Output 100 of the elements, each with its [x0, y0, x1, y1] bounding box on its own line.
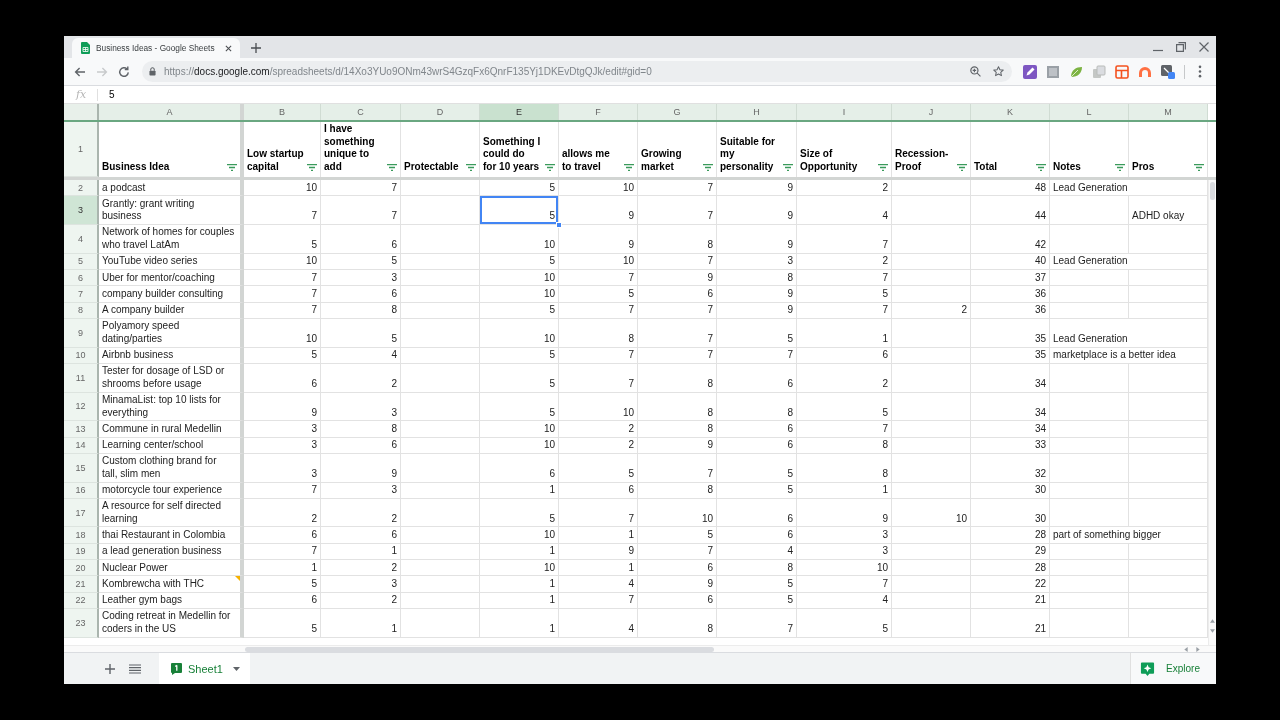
arrow-down-icon[interactable] — [1210, 629, 1215, 633]
filter-icon[interactable] — [957, 164, 967, 171]
layout-icon[interactable] — [1115, 64, 1129, 79]
table-cell: thai Restaurant in Colombia — [99, 527, 244, 544]
table-cell: 9 — [638, 437, 717, 454]
star-icon[interactable] — [993, 66, 1004, 77]
table-cell: 28 — [971, 527, 1050, 544]
column-header[interactable]: K — [971, 104, 1050, 120]
table-cell: Lead Generation — [1050, 180, 1208, 197]
column-heading: Growing market — [641, 148, 682, 173]
table-cell: 8 — [797, 437, 892, 454]
table-cell: 8 — [638, 392, 717, 422]
table-cell: 9 — [559, 196, 638, 225]
row-header[interactable]: 15 — [64, 453, 99, 483]
plus-icon[interactable] — [251, 43, 261, 53]
filter-icon[interactable] — [307, 164, 317, 171]
column-header[interactable]: D — [401, 104, 480, 120]
column-header[interactable]: L — [1050, 104, 1129, 120]
table-cell: 5 — [797, 608, 892, 638]
column-header[interactable]: G — [638, 104, 717, 120]
row-header[interactable]: 23 — [64, 608, 99, 638]
table-cell: 7 — [717, 608, 797, 638]
table-cell: 8 — [559, 318, 638, 348]
row-header[interactable]: 3 — [64, 196, 99, 225]
column-header[interactable]: I — [797, 104, 892, 120]
column-header[interactable]: H — [717, 104, 797, 120]
column-header[interactable]: C — [321, 104, 401, 120]
reload-icon[interactable] — [118, 65, 130, 78]
filter-icon[interactable] — [227, 164, 237, 171]
filter-icon[interactable] — [878, 164, 888, 171]
table-cell: Uber for mentor/coaching — [99, 269, 244, 287]
arrow-up-icon[interactable] — [1210, 619, 1215, 623]
column-header[interactable]: J — [892, 104, 971, 120]
column-header[interactable]: E — [480, 104, 559, 120]
close-icon[interactable] — [1199, 42, 1209, 52]
table-cell: Airbnb business — [99, 347, 244, 364]
row-header[interactable]: 4 — [64, 225, 99, 254]
table-cell: 7 — [638, 180, 717, 197]
table-cell: 10 — [244, 318, 321, 348]
scrollbar-thumb[interactable] — [245, 646, 714, 652]
arrow-right-icon[interactable] — [1196, 646, 1200, 652]
arch-icon[interactable] — [1138, 64, 1152, 79]
filter-icon[interactable] — [1115, 164, 1125, 171]
filter-icon[interactable] — [703, 164, 713, 171]
column-header[interactable]: A — [99, 104, 244, 120]
filter-icon[interactable] — [545, 164, 555, 171]
fill-handle-icon[interactable] — [556, 222, 562, 228]
column-header[interactable]: B — [244, 104, 321, 120]
row-header[interactable]: 20 — [64, 560, 99, 577]
formula-field[interactable]: 5 — [109, 86, 1216, 103]
row-header[interactable]: 2 — [64, 180, 99, 197]
corner-cell[interactable] — [64, 104, 99, 120]
row-header[interactable]: 21 — [64, 576, 99, 593]
caret-icon[interactable] — [232, 666, 240, 671]
magnifier-plus-icon[interactable] — [970, 66, 981, 77]
leaf-icon[interactable] — [1069, 64, 1083, 79]
list-icon[interactable] — [129, 663, 141, 674]
sheet-tab[interactable]: Sheet1 — [159, 653, 250, 684]
row-header[interactable]: 11 — [64, 363, 99, 393]
table-cell: 6 — [321, 527, 401, 544]
table-cell: 7 — [244, 196, 321, 225]
row-header[interactable]: 7 — [64, 286, 99, 303]
table-cell: 3 — [244, 437, 321, 454]
table-cell: 9 — [638, 576, 717, 593]
table-cell: 7 — [638, 253, 717, 270]
address-bar[interactable]: https://docs.google.com/spreadsheets/d/14Xo3YUo9ONm43wrS4GzqFx6QnrF135Yj1DKEvDtgQJk/edit#gid=0 — [142, 61, 1012, 82]
plus-icon[interactable] — [105, 663, 115, 674]
column-header[interactable]: F — [559, 104, 638, 120]
pen-tile-icon[interactable] — [1023, 64, 1037, 79]
filter-icon[interactable] — [387, 164, 397, 171]
row-header[interactable]: 18 — [64, 527, 99, 544]
filter-icon[interactable] — [624, 164, 634, 171]
badge-tile-icon[interactable] — [1161, 64, 1175, 79]
table-cell: 9 — [321, 453, 401, 483]
square-tile-icon[interactable] — [1046, 64, 1060, 79]
column-header[interactable]: M — [1129, 104, 1208, 120]
arrow-left-icon[interactable] — [1184, 646, 1188, 652]
filter-icon[interactable] — [783, 164, 793, 171]
table-cell: Leather gym bags — [99, 592, 244, 609]
row-header[interactable]: 13 — [64, 421, 99, 438]
table-cell: 21 — [971, 608, 1050, 638]
row-header[interactable]: 17 — [64, 498, 99, 528]
menu-icon[interactable] — [1198, 65, 1202, 78]
table-cell: 10 — [797, 560, 892, 577]
arrow-left-icon[interactable] — [74, 65, 86, 78]
restore-icon[interactable] — [1176, 42, 1186, 52]
row-header[interactable]: 12 — [64, 392, 99, 422]
browser-tab[interactable]: Business Ideas - Google Sheets — [72, 38, 240, 58]
row-header[interactable]: 1 — [64, 122, 99, 177]
filter-icon[interactable] — [1036, 164, 1046, 171]
table-cell: 9 — [717, 225, 797, 254]
column-heading: Notes — [1053, 160, 1081, 173]
scrollbar-thumb[interactable] — [1210, 182, 1215, 200]
filter-icon[interactable] — [466, 164, 476, 171]
row-header[interactable]: 9 — [64, 318, 99, 348]
table-cell: 6 — [797, 347, 892, 364]
explore-button[interactable]: Explore — [1130, 653, 1216, 684]
filter-icon[interactable] — [1194, 164, 1204, 171]
close-icon[interactable] — [225, 44, 232, 52]
table-cell: 3 — [321, 576, 401, 593]
